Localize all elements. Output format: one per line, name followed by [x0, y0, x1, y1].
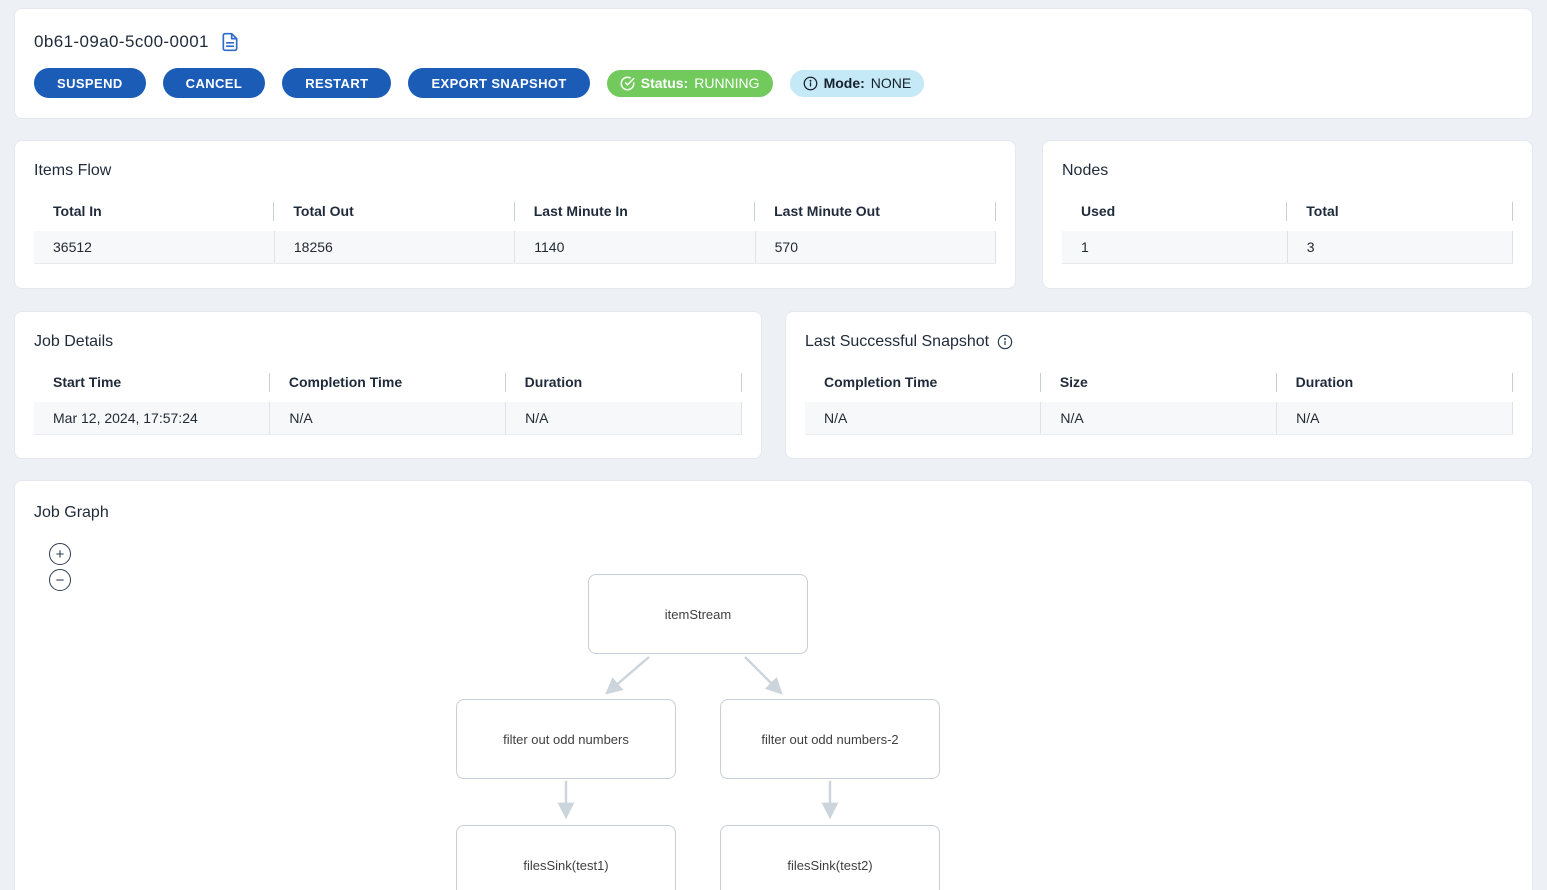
duration-value: N/A: [506, 402, 742, 435]
table-header-row: Completion Time Size Duration: [805, 372, 1513, 402]
column-header-last-minute-in: Last Minute In: [515, 201, 755, 231]
table-header-row: Total In Total Out Last Minute In Last M…: [34, 201, 996, 231]
mode-value: NONE: [871, 75, 911, 91]
last-snapshot-title: Last Successful Snapshot: [805, 333, 989, 351]
restart-button[interactable]: RESTART: [282, 68, 391, 98]
suspend-button[interactable]: SUSPEND: [34, 68, 146, 98]
nodes-table: Used Total 1 3: [1062, 201, 1513, 264]
column-header-start-time: Start Time: [34, 372, 270, 402]
total-in-value: 36512: [34, 231, 274, 264]
column-header-total-out: Total Out: [274, 201, 514, 231]
graph-node-label: filter out odd numbers-2: [761, 732, 898, 747]
completion-time-value: N/A: [270, 402, 506, 435]
cancel-button[interactable]: CANCEL: [163, 68, 266, 98]
nodes-title: Nodes: [1062, 162, 1108, 180]
nodes-used-value: 1: [1062, 231, 1287, 264]
column-header-completion-time: Completion Time: [270, 372, 506, 402]
stats-row-1: Items Flow Total In Total Out Last Minut…: [14, 140, 1533, 289]
job-graph-card: Job Graph + −: [14, 480, 1533, 890]
items-flow-card: Items Flow Total In Total Out Last Minut…: [14, 140, 1016, 289]
status-badge: Status: RUNNING: [607, 70, 773, 97]
items-flow-title: Items Flow: [34, 162, 111, 180]
graph-node-filter-odd-2[interactable]: filter out odd numbers-2: [720, 699, 940, 779]
job-details-title: Job Details: [34, 333, 113, 351]
job-actions-row: SUSPEND CANCEL RESTART EXPORT SNAPSHOT S…: [34, 68, 1513, 98]
snapshot-completion-time-value: N/A: [805, 402, 1041, 435]
stats-row-2: Job Details Start Time Completion Time D…: [14, 311, 1533, 459]
last-snapshot-table: Completion Time Size Duration N/A N/A N/…: [805, 372, 1513, 435]
column-header-total: Total: [1287, 201, 1512, 231]
job-title-row: 0b61-09a0-5c00-0001: [34, 31, 1513, 53]
info-icon[interactable]: [997, 334, 1013, 350]
table-row: Mar 12, 2024, 17:57:24 N/A N/A: [34, 402, 742, 435]
job-detail-page: 0b61-09a0-5c00-0001 SUSPEND CANCEL RESTA…: [0, 0, 1547, 890]
last-minute-out-value: 570: [755, 231, 995, 264]
graph-node-label: filesSink(test2): [787, 858, 872, 873]
table-header-row: Start Time Completion Time Duration: [34, 372, 742, 402]
column-header-duration: Duration: [506, 372, 742, 402]
last-minute-in-value: 1140: [515, 231, 755, 264]
table-row: 36512 18256 1140 570: [34, 231, 996, 264]
nodes-total-value: 3: [1287, 231, 1512, 264]
status-value: RUNNING: [694, 75, 759, 91]
snapshot-duration-value: N/A: [1277, 402, 1513, 435]
mode-label: Mode:: [824, 75, 865, 91]
last-snapshot-card: Last Successful Snapshot Completion Time…: [785, 311, 1533, 459]
job-header-card: 0b61-09a0-5c00-0001 SUSPEND CANCEL RESTA…: [14, 8, 1533, 119]
items-flow-table: Total In Total Out Last Minute In Last M…: [34, 201, 996, 264]
total-out-value: 18256: [274, 231, 514, 264]
column-header-last-minute-out: Last Minute Out: [755, 201, 995, 231]
graph-node-label: itemStream: [665, 607, 731, 622]
nodes-card: Nodes Used Total 1 3: [1042, 140, 1533, 289]
check-circle-icon: [620, 76, 635, 91]
graph-node-filter-odd[interactable]: filter out odd numbers: [456, 699, 676, 779]
job-details-table: Start Time Completion Time Duration Mar …: [34, 372, 742, 435]
graph-node-label: filter out odd numbers: [503, 732, 629, 747]
export-snapshot-button[interactable]: EXPORT SNAPSHOT: [408, 68, 589, 98]
column-header-duration: Duration: [1277, 372, 1513, 402]
start-time-value: Mar 12, 2024, 17:57:24: [34, 402, 270, 435]
table-row: 1 3: [1062, 231, 1513, 264]
graph-node-filessink-test1[interactable]: filesSink(test1): [456, 825, 676, 890]
job-graph-canvas[interactable]: itemStream filter out odd numbers filter…: [15, 481, 1532, 890]
column-header-completion-time: Completion Time: [805, 372, 1041, 402]
snapshot-size-value: N/A: [1041, 402, 1277, 435]
job-details-card: Job Details Start Time Completion Time D…: [14, 311, 762, 459]
graph-node-label: filesSink(test1): [523, 858, 608, 873]
table-row: N/A N/A N/A: [805, 402, 1513, 435]
column-header-size: Size: [1041, 372, 1277, 402]
document-icon[interactable]: [220, 32, 240, 52]
column-header-total-in: Total In: [34, 201, 274, 231]
column-header-used: Used: [1062, 201, 1287, 231]
graph-node-itemstream[interactable]: itemStream: [588, 574, 808, 654]
page-title: 0b61-09a0-5c00-0001: [34, 32, 209, 52]
status-label: Status:: [641, 75, 688, 91]
graph-node-filessink-test2[interactable]: filesSink(test2): [720, 825, 940, 890]
table-header-row: Used Total: [1062, 201, 1513, 231]
mode-badge: Mode: NONE: [790, 70, 925, 97]
info-icon: [803, 76, 818, 91]
